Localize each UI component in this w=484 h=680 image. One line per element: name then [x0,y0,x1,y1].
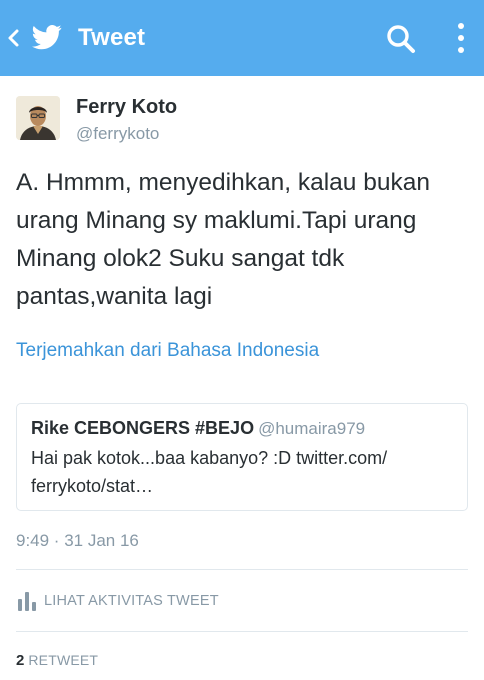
app-bar: Tweet [0,0,484,76]
view-tweet-activity-button[interactable]: LIHAT AKTIVITAS TWEET [16,588,219,614]
author-handle[interactable]: @ferrykoto [76,124,159,144]
divider [16,569,468,570]
more-vertical-icon[interactable] [450,20,472,56]
translate-link[interactable]: Terjemahkan dari Bahasa Indonesia [16,340,319,362]
tweet-timestamp: 9:49 · 31 Jan 16 [16,531,139,550]
search-icon[interactable] [384,22,418,56]
bar-chart-icon [18,592,36,611]
retweet-count[interactable]: 2 RETWEET [16,652,98,670]
view-tweet-activity-label: LIHAT AKTIVITAS TWEET [44,593,219,609]
tweet-text: A. Hmmm, menyedihkan, kalau bukan urang … [16,169,430,310]
avatar[interactable] [16,96,60,140]
retweet-count-value: 2 [16,652,25,669]
page-title: Tweet [78,24,146,51]
quoted-tweet-header: Rike CEBONGERS #BEJO @humaira979 [31,418,365,439]
retweet-count-label: RETWEET [28,652,99,668]
twitter-bird-icon[interactable] [30,22,64,52]
quoted-tweet-card[interactable]: Rike CEBONGERS #BEJO @humaira979 Hai pak … [16,403,468,511]
divider [16,631,468,632]
quoted-author-handle: @humaira979 [258,419,366,438]
author-name[interactable]: Ferry Koto [76,96,177,119]
back-chevron-icon[interactable] [4,24,24,52]
quoted-author-name: Rike CEBONGERS #BEJO [31,418,255,438]
quoted-tweet-text: Hai pak kotok...baa kabanyo? :D twitter.… [31,448,388,496]
avatar-portrait-icon [16,96,60,140]
